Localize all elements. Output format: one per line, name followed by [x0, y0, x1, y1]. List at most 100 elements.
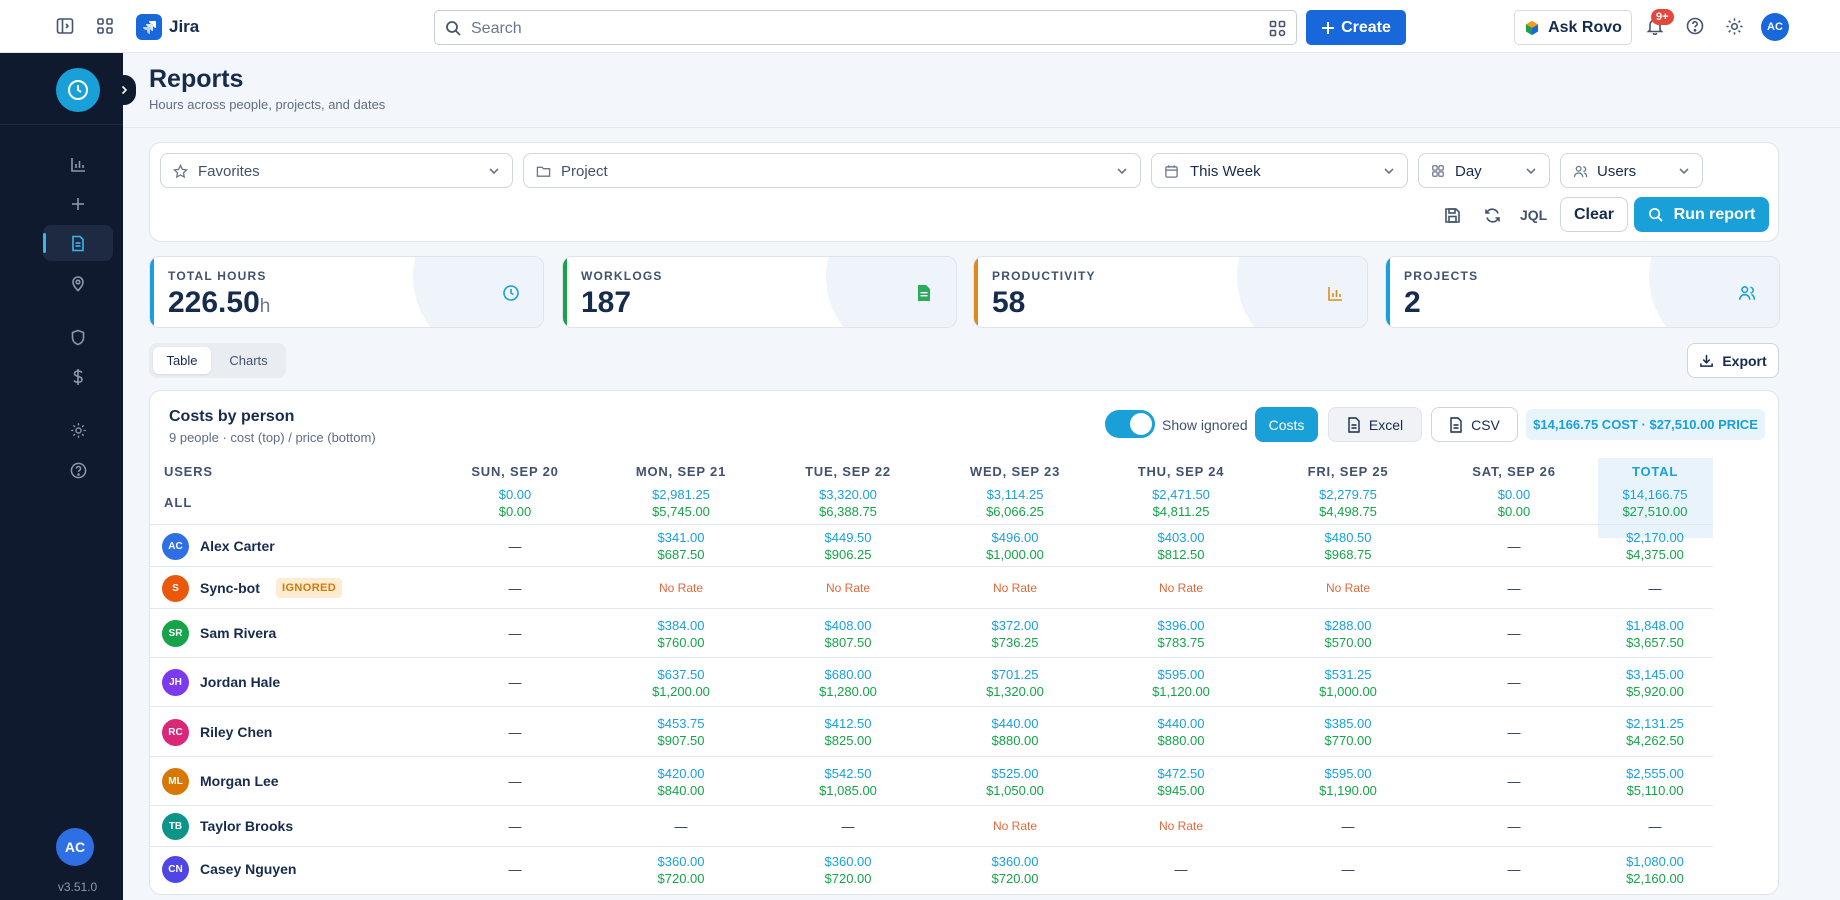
table-cell: $453.75 $907.50	[611, 715, 751, 749]
run-report-button[interactable]: Run report	[1634, 197, 1769, 232]
app-switcher-icon[interactable]	[94, 15, 116, 37]
kpi-decoration	[1237, 257, 1367, 327]
show-ignored-toggle[interactable]	[1105, 410, 1155, 438]
column-header-day[interactable]: THU, SEP 24	[1111, 464, 1251, 479]
table-row[interactable]: S Sync-bot IGNORED — No Rate No Rate No Rate No…	[150, 566, 1713, 608]
table-row[interactable]: CN Casey Nguyen — $360.00 $720.00 $360.00 $720…	[150, 846, 1713, 891]
jql-toggle[interactable]: JQL	[1520, 207, 1547, 223]
cost-value: $480.50	[1324, 530, 1372, 545]
costs-button[interactable]: Costs	[1255, 407, 1318, 442]
period-select[interactable]: This Week	[1151, 153, 1408, 188]
price-value: $6,388.75	[819, 504, 877, 519]
table-cell: $403.00 $812.50	[1111, 529, 1251, 563]
column-header-day[interactable]: SUN, SEP 20	[445, 464, 585, 479]
table-row[interactable]: JH Jordan Hale — $637.50 $1,200.00 $680.00 $1,…	[150, 657, 1713, 706]
sidebar-item-settings[interactable]	[43, 412, 113, 448]
file-icon	[1449, 416, 1463, 433]
favorites-select[interactable]: Favorites	[160, 153, 513, 188]
column-header-day[interactable]: MON, SEP 21	[611, 464, 751, 479]
settings-gear-icon[interactable]	[1723, 15, 1745, 37]
kpi-value: 58	[992, 286, 1026, 319]
search-input[interactable]: Search	[434, 10, 1297, 45]
person-name[interactable]: Taylor Brooks	[200, 818, 293, 834]
sidebar-item-reports[interactable]	[43, 225, 113, 261]
refresh-icon[interactable]	[1480, 203, 1504, 227]
person-name[interactable]: Jordan Hale	[200, 674, 280, 690]
favorites-label: Favorites	[198, 163, 260, 180]
sidebar-item-add[interactable]	[43, 186, 113, 222]
table-row[interactable]: ML Morgan Lee — $420.00 $840.00 $542.50 $1,085…	[150, 756, 1713, 805]
sidebar-item-locations[interactable]	[43, 265, 113, 301]
person-name[interactable]: Morgan Lee	[200, 773, 279, 789]
export-label: Export	[1722, 352, 1767, 369]
tab-charts[interactable]: Charts	[215, 347, 282, 374]
tab-table[interactable]: Table	[153, 347, 211, 374]
sidebar-item-billing[interactable]	[43, 359, 113, 395]
table-row[interactable]: RC Riley Chen — $453.75 $907.50 $412.50 $825.0…	[150, 706, 1713, 756]
table-cell: $2,471.50 $4,811.25	[1111, 486, 1251, 520]
excel-export-button[interactable]: Excel	[1328, 407, 1422, 442]
person-name[interactable]: Riley Chen	[200, 724, 272, 740]
clear-button[interactable]: Clear	[1560, 197, 1628, 232]
sidebar-item-help[interactable]	[43, 452, 113, 488]
save-icon[interactable]	[1440, 203, 1464, 227]
app-clock-logo-icon[interactable]	[56, 68, 100, 112]
person-avatar: JH	[162, 669, 189, 696]
kpi-decoration	[1649, 257, 1779, 327]
search-options-icon[interactable]	[1269, 20, 1286, 37]
column-header-day[interactable]: WED, SEP 23	[945, 464, 1085, 479]
table-cell: No Rate	[1111, 580, 1251, 597]
sidebar-item-dashboard[interactable]	[43, 146, 113, 182]
table-row[interactable]: TB Taylor Brooks — — — No Rate No Rate — — —	[150, 805, 1713, 846]
granularity-select[interactable]: Day	[1418, 153, 1550, 188]
shield-icon	[70, 329, 86, 346]
create-button[interactable]: Create	[1306, 10, 1406, 45]
person-name[interactable]: Sam Rivera	[200, 625, 276, 641]
person-avatar: CN	[162, 856, 189, 883]
person-name[interactable]: Alex Carter	[200, 538, 275, 554]
sidebar-expand-chevron-icon[interactable]	[112, 75, 136, 105]
csv-export-button[interactable]: CSV	[1431, 407, 1518, 442]
user-avatar[interactable]: AC	[1761, 13, 1789, 41]
empty-value: —	[508, 774, 522, 789]
cost-value: $637.50	[657, 667, 705, 682]
sidebar: AC v3.51.0	[0, 53, 136, 900]
sidebar-item-security[interactable]	[43, 319, 113, 355]
column-header-day[interactable]: SAT, SEP 26	[1444, 464, 1584, 479]
column-header-total[interactable]: TOTAL	[1585, 464, 1725, 479]
cost-value: $595.00	[1324, 766, 1372, 781]
cost-value: $542.50	[824, 766, 872, 781]
jira-logo-icon[interactable]	[136, 14, 162, 40]
search-placeholder: Search	[471, 20, 522, 37]
column-header-day[interactable]: FRI, SEP 25	[1278, 464, 1418, 479]
ask-rovo-button[interactable]: Ask Rovo	[1514, 10, 1632, 45]
export-button[interactable]: Export	[1687, 343, 1779, 378]
show-ignored-label: Show ignored	[1162, 417, 1248, 433]
group-by-label: Users	[1597, 163, 1637, 180]
group-by-select[interactable]: Users	[1560, 153, 1703, 188]
sidebar-toggle-icon[interactable]	[54, 15, 76, 37]
table-cell: —	[445, 724, 585, 741]
price-value: $1,085.00	[819, 783, 877, 798]
table-row[interactable]: AC Alex Carter — $341.00 $687.50 $449.50 $906.…	[150, 524, 1713, 566]
table-cell: $1,080.00 $2,160.00	[1585, 853, 1725, 887]
person-name[interactable]: Sync-bot	[200, 580, 260, 596]
price-value: $945.00	[1157, 783, 1205, 798]
table-cell: $3,145.00 $5,920.00	[1585, 666, 1725, 700]
column-header-day[interactable]: TUE, SEP 22	[778, 464, 918, 479]
column-header-users[interactable]: USERS	[164, 464, 213, 479]
cost-value: $1,848.00	[1626, 618, 1684, 633]
project-select[interactable]: Project	[523, 153, 1141, 188]
sidebar-user-avatar[interactable]: AC	[56, 828, 94, 866]
person-avatar: TB	[162, 813, 189, 840]
panel-subtitle: 9 people · cost (top) / price (bottom)	[169, 430, 376, 445]
table-cell: $595.00 $1,190.00	[1278, 765, 1418, 799]
search-icon	[445, 20, 462, 37]
app-name[interactable]: Jira	[169, 17, 199, 37]
empty-value: —	[1648, 581, 1662, 596]
top-bar: Jira Search Create Ask Rovo 9+ AC	[0, 0, 1840, 53]
no-rate-value: No Rate	[658, 581, 704, 595]
person-name[interactable]: Casey Nguyen	[200, 861, 296, 877]
table-row[interactable]: SR Sam Rivera — $384.00 $760.00 $408.00 $807.5…	[150, 608, 1713, 657]
help-icon[interactable]	[1684, 15, 1706, 37]
